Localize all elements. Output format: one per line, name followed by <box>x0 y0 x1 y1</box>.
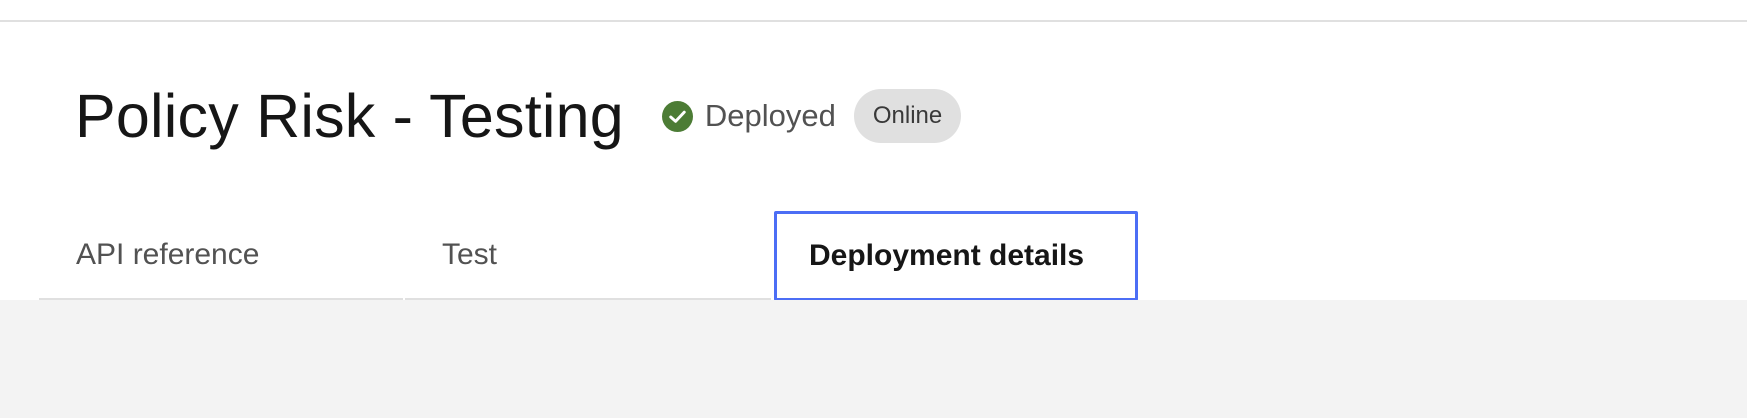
deployment-page: Policy Risk - Testing Deployed Online AP… <box>0 0 1747 418</box>
tab-api-reference[interactable]: API reference <box>39 211 403 301</box>
checkmark-filled-icon <box>661 100 693 132</box>
status-label: Deployed <box>704 98 836 133</box>
tab-deployment-details[interactable]: Deployment details <box>774 211 1138 301</box>
top-divider <box>0 20 1747 22</box>
page-title: Policy Risk - Testing <box>75 82 624 150</box>
tab-content-area <box>0 300 1747 418</box>
online-badge: Online <box>853 89 962 143</box>
page-header: Policy Risk - Testing Deployed Online <box>75 78 962 154</box>
tab-list: API reference Test Deployment details <box>39 211 1138 301</box>
checkmark-filled-icon-svg <box>661 100 693 132</box>
deployment-status: Deployed <box>661 98 836 134</box>
tab-test[interactable]: Test <box>405 211 771 301</box>
